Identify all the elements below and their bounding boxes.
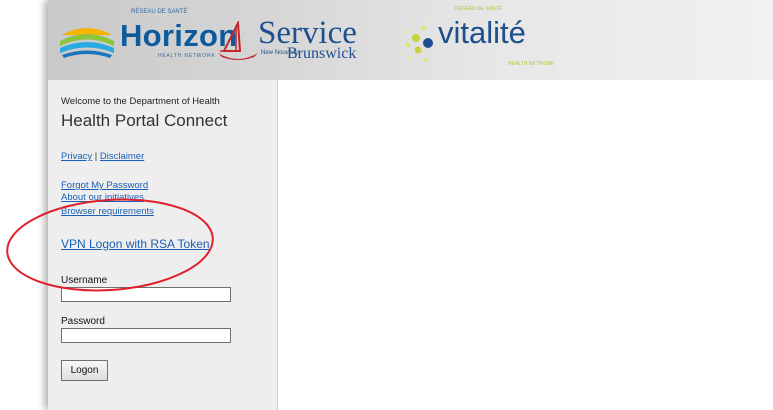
brunswick-wordmark: Brunswick: [287, 45, 357, 62]
username-label: Username: [61, 275, 108, 286]
browser-requirements-link[interactable]: Browser requirements: [61, 206, 154, 217]
forgot-password-link[interactable]: Forgot My Password: [61, 180, 148, 191]
link-separator: |: [94, 151, 98, 162]
username-input[interactable]: [61, 287, 231, 302]
vitalite-sub-text: HEALTH NETWORK: [508, 61, 555, 67]
password-label: Password: [61, 316, 105, 327]
page-title: Health Portal Connect: [61, 111, 228, 130]
vitalite-top-text: RÉSEAU DE SANTÉ: [455, 6, 502, 12]
about-initiatives-link[interactable]: About our initiatives: [61, 192, 144, 203]
welcome-text: Welcome to the Department of Health: [61, 96, 220, 107]
sidebar-content: Welcome to the Department of Health Heal…: [48, 0, 277, 410]
disclaimer-link[interactable]: Disclaimer: [100, 151, 144, 162]
legal-links: Privacy | Disclaimer: [61, 151, 144, 162]
vpn-logon-link[interactable]: VPN Logon with RSA Token: [61, 237, 210, 251]
privacy-link[interactable]: Privacy: [61, 151, 92, 162]
logon-button[interactable]: Logon: [61, 360, 108, 381]
password-input[interactable]: [61, 328, 231, 343]
main-content: [278, 80, 773, 410]
vitalite-wordmark: vitalité: [438, 15, 526, 50]
